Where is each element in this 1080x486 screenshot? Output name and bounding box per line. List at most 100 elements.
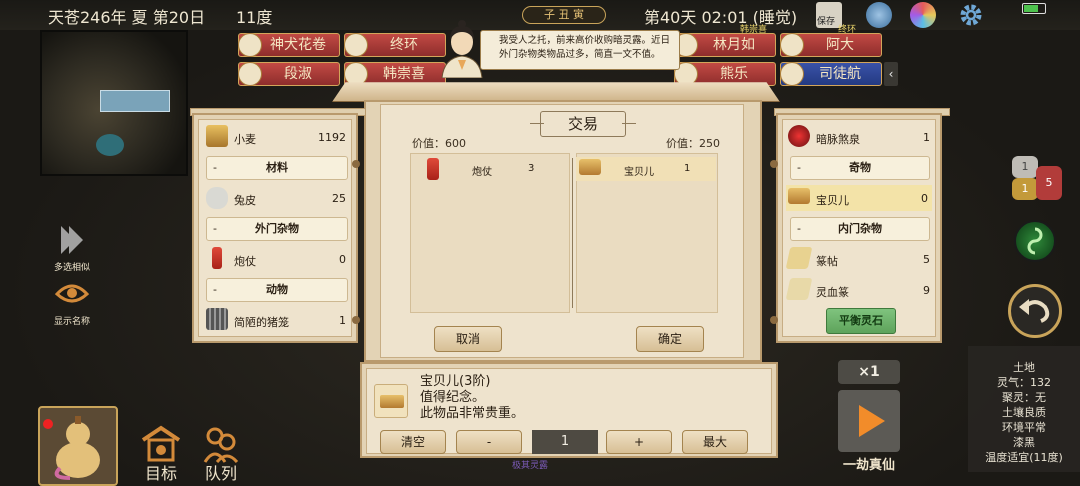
inventory-row[interactable]: 小麦 1192 <box>204 124 350 150</box>
collapse-dash: - <box>213 161 217 174</box>
cancel-button[interactable]: 取消 <box>434 326 502 352</box>
merchant-item-name: 篆帖 <box>816 255 838 268</box>
npc-chip[interactable]: 司徒航 <box>780 62 882 86</box>
tile-info-line: 漆黑 <box>1013 436 1035 449</box>
npc-avatar-icon <box>344 33 368 57</box>
tile-info-line: 灵气：132 <box>997 376 1051 389</box>
npc-avatar-icon <box>238 33 262 57</box>
taiji-icon <box>1027 227 1043 255</box>
panel-knob <box>770 316 778 324</box>
inventory-item-name: 兔皮 <box>234 194 256 207</box>
merchant-item-count: 1 <box>923 131 930 144</box>
category-header[interactable]: - 材料 <box>206 156 348 180</box>
offer-item-name: 炮仗 <box>472 167 492 178</box>
confirm-button[interactable]: 确定 <box>636 326 704 352</box>
inventory-item-name: 炮仗 <box>234 255 256 268</box>
firecracker-icon <box>427 158 439 180</box>
tool-label: 多选相似 <box>53 263 90 273</box>
category-header[interactable]: - 奇物 <box>790 156 930 180</box>
npc-name: 阿大 <box>826 37 854 53</box>
color-wheel-icon[interactable] <box>910 2 936 28</box>
npc-chip[interactable]: 神犬花卷 <box>238 33 340 57</box>
clear-button[interactable]: 清空 <box>380 430 446 454</box>
category-name: 奇物 <box>849 161 871 174</box>
minimap[interactable] <box>40 30 188 176</box>
merchant-item-name: 暗脉煞泉 <box>816 133 860 146</box>
gear-icon[interactable] <box>958 2 984 28</box>
inventory-item-count: 1 <box>339 314 346 327</box>
yin-yang-button[interactable] <box>1014 220 1056 262</box>
npc-small-label: 韩崇喜 <box>740 25 768 35</box>
inventory-row[interactable]: 炮仗 0 <box>204 246 350 272</box>
game-screen: 天苍246年 夏 第20日 11度 子 丑 寅 第40天 02:01 (睡觉) … <box>0 0 1080 486</box>
npc-chip[interactable]: 段淑 <box>238 62 340 86</box>
category-name: 外门杂物 <box>255 222 299 235</box>
quantity-display[interactable]: 1 <box>532 430 598 454</box>
counter-pill[interactable]: 1 <box>1012 178 1038 200</box>
time-of-day-badge: 子 丑 寅 <box>522 6 606 24</box>
category-header[interactable]: - 外门杂物 <box>206 217 348 241</box>
balance-spirit-stone-button[interactable]: 平衡灵石 <box>826 308 896 334</box>
npc-small-label: 终环 <box>838 25 857 35</box>
undo-arrow-icon <box>1019 299 1050 323</box>
multi-select-tool[interactable]: 多选相似 <box>46 220 98 273</box>
merchant-item-count: 9 <box>923 284 930 297</box>
collapse-arrow-icon[interactable]: ‹ <box>884 62 898 86</box>
footer-hint: 极其灵露 <box>512 461 549 471</box>
inventory-row[interactable]: 简陋的猪笼 1 <box>204 307 350 333</box>
decrement-button[interactable]: - <box>456 430 522 454</box>
merchant-row[interactable]: 篆帖 5 <box>785 246 934 272</box>
category-header[interactable]: - 内门杂物 <box>790 217 930 241</box>
inventory-row[interactable]: 兔皮 25 <box>204 185 350 211</box>
game-date: 天苍246年 夏 第20日 <box>48 8 206 27</box>
npc-chip[interactable]: 阿大 <box>780 33 882 57</box>
npc-chip[interactable]: 林月如 <box>674 33 776 57</box>
alert-pill[interactable]: 5 <box>1036 166 1062 200</box>
temperature: 11度 <box>236 8 273 27</box>
category-name: 内门杂物 <box>838 222 882 235</box>
npc-chip[interactable]: 终环 <box>344 33 446 57</box>
sect-emblem-icon[interactable] <box>866 2 892 28</box>
offer-item-name: 宝贝儿 <box>624 167 654 178</box>
npc-avatar-icon <box>780 33 804 57</box>
merchant-row-selected[interactable]: 宝贝儿 0 <box>786 185 932 211</box>
npc-name: 韩崇喜 <box>383 66 425 82</box>
queue-button[interactable]: 队列 <box>196 424 246 484</box>
category-name: 材料 <box>266 161 288 174</box>
wheat-icon <box>206 125 228 147</box>
treasure-glyph <box>380 395 404 408</box>
multi-select-icon <box>53 220 91 258</box>
scroll-icon <box>785 247 813 269</box>
offer-row[interactable]: 炮仗 3 <box>418 157 566 181</box>
tile-info-line: 温度适宜(11度) <box>985 451 1063 464</box>
category-name: 动物 <box>266 283 288 296</box>
eye-icon <box>53 274 91 312</box>
day-time: 第40天 02:01 (睡觉) <box>644 8 798 27</box>
target-button[interactable]: 目标 <box>136 424 186 484</box>
back-button[interactable] <box>1008 284 1062 338</box>
offer-item-count: 1 <box>684 163 691 174</box>
gourd-button[interactable] <box>38 406 118 486</box>
gourd-icon <box>43 416 100 480</box>
blood-talisman-icon <box>785 278 813 300</box>
counter-pill[interactable]: 1 <box>1012 156 1038 178</box>
play-icon <box>859 405 885 437</box>
increment-button[interactable]: + <box>606 430 672 454</box>
save-label: 保存 <box>817 17 836 27</box>
max-button[interactable]: 最大 <box>682 430 748 454</box>
merchant-row[interactable]: 暗脉煞泉 1 <box>786 124 934 150</box>
battery-icon <box>1022 3 1046 14</box>
category-header[interactable]: - 动物 <box>206 278 348 302</box>
panel-knob <box>352 160 360 168</box>
top-bar: 天苍246年 夏 第20日 11度 子 丑 寅 第40天 02:01 (睡觉) … <box>0 0 1080 30</box>
speed-indicator[interactable]: ×1 <box>838 360 900 384</box>
minimap-pond <box>96 134 124 156</box>
right-price: 价值：250 <box>666 137 720 150</box>
npc-name: 段淑 <box>284 66 312 82</box>
show-names-tool[interactable]: 显示名称 <box>46 274 98 327</box>
merchant-row[interactable]: 灵血篆 9 <box>785 277 934 303</box>
offer-row[interactable]: 宝贝儿 1 <box>576 157 716 181</box>
tool-label: 显示名称 <box>53 317 90 327</box>
trade-title: 交易 <box>530 113 636 135</box>
pig-cage-icon <box>206 308 228 330</box>
